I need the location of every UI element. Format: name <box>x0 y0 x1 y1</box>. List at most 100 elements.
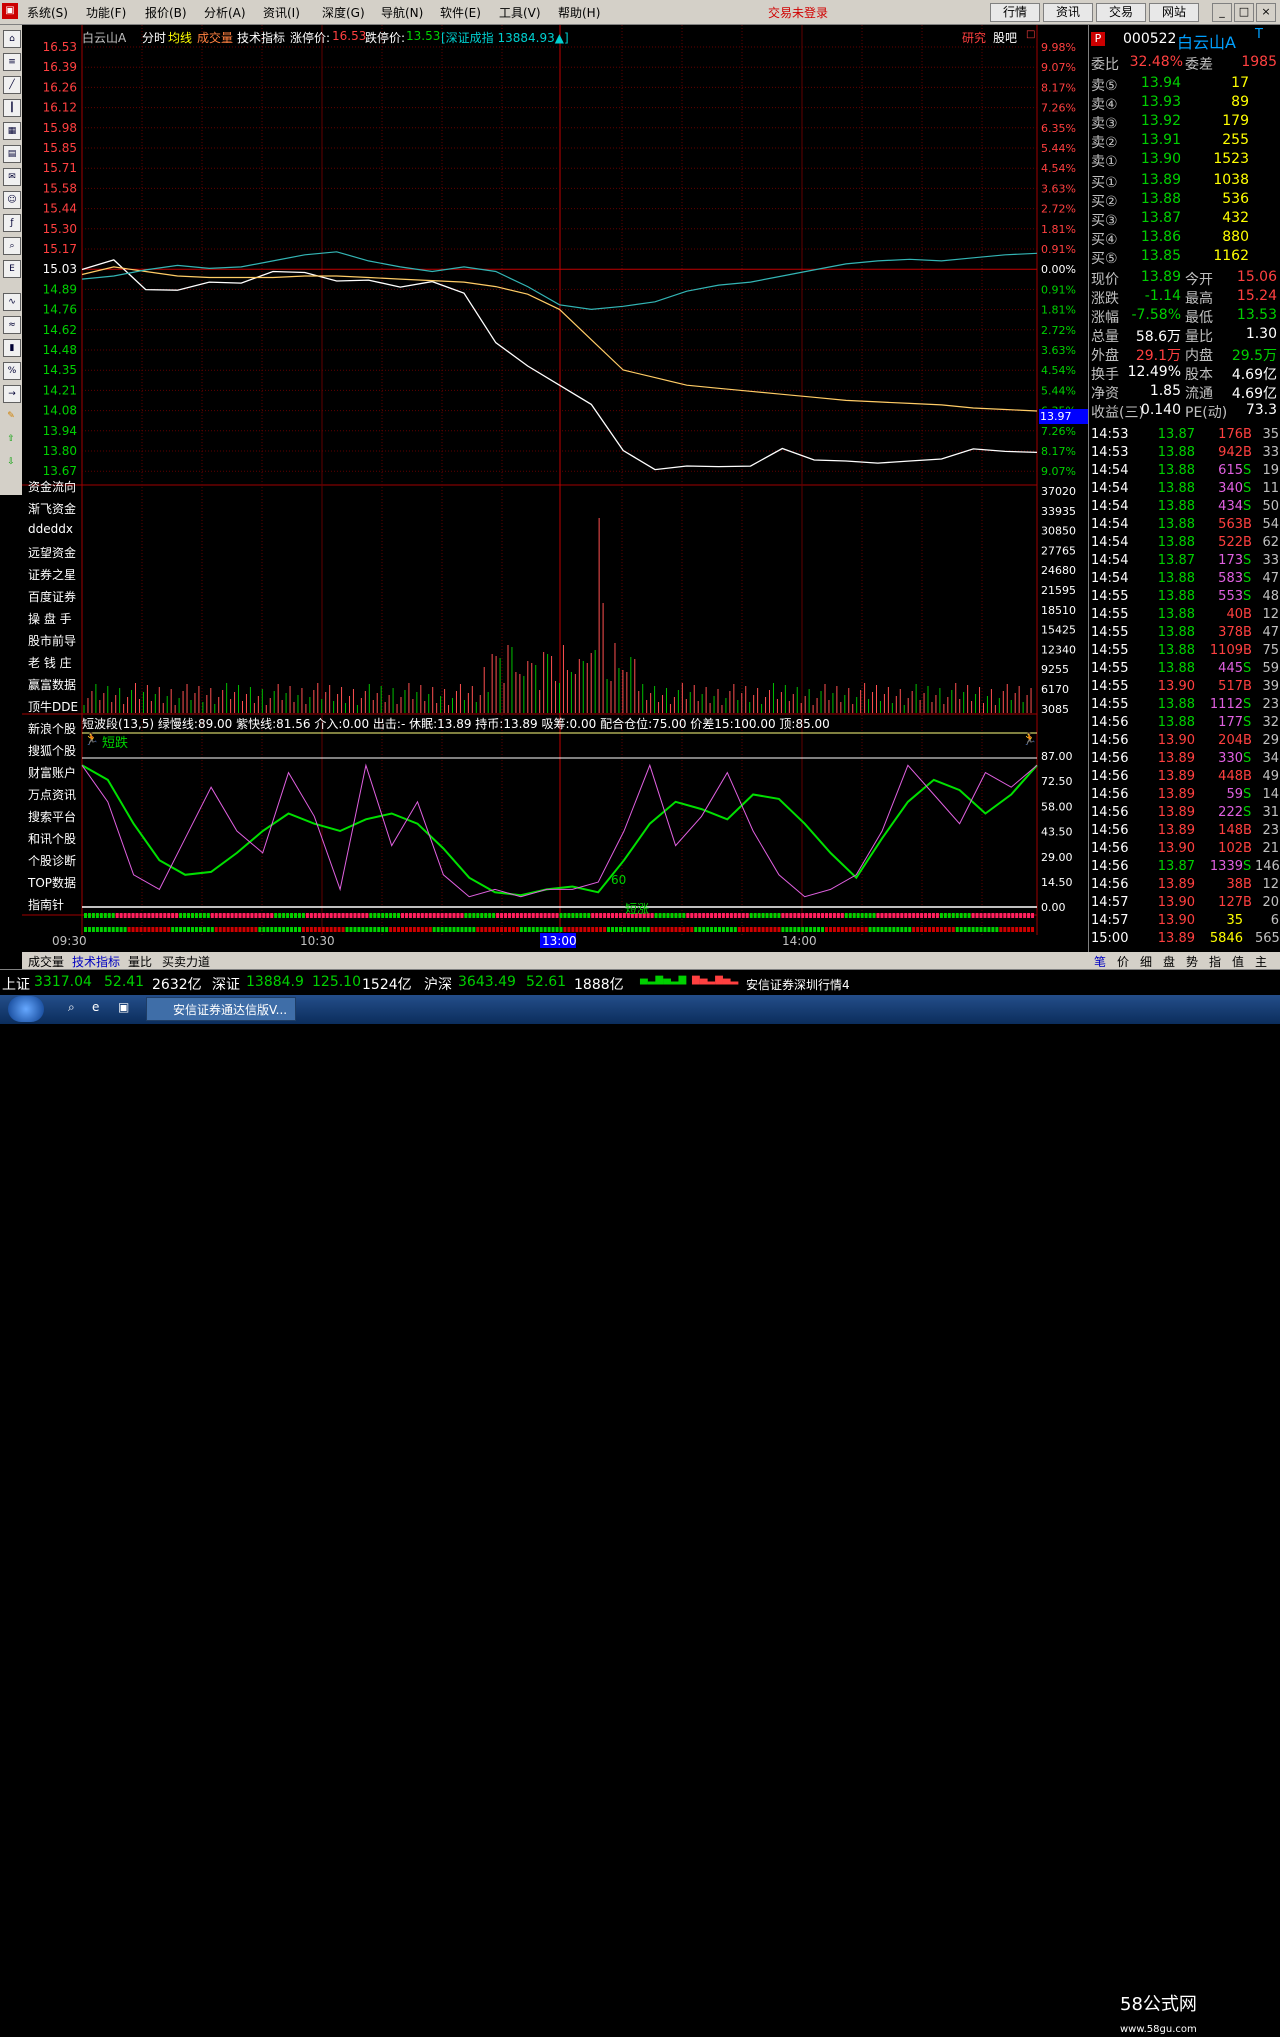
indicator-label[interactable]: 技术指标 <box>237 29 285 46</box>
close-button[interactable]: × <box>1256 3 1276 22</box>
menu-analysis[interactable]: 分析(A) <box>204 4 246 21</box>
left-tool-17[interactable]: 个股诊断 <box>28 852 76 869</box>
tick-cell: 14:56 <box>1091 823 1129 838</box>
indicator-strip-top <box>662 913 666 918</box>
left-tool-10[interactable]: 顶牛DDE <box>28 698 78 715</box>
indicator-strip-top <box>765 913 769 918</box>
tab-trade[interactable]: 交易 <box>1096 3 1146 22</box>
left-tool-0[interactable]: 资金流向 <box>28 478 76 495</box>
left-tool-5[interactable]: 百度证券 <box>28 588 76 605</box>
buy-volume: 536 <box>1222 191 1249 207</box>
tab-volume-ratio[interactable]: 量比 <box>128 953 152 970</box>
rtab-index[interactable]: 指 <box>1209 953 1221 970</box>
price-axis-label: 15.71 <box>43 161 77 175</box>
tick-cell: 13.88 <box>1157 697 1195 712</box>
tab-indicator[interactable]: 技术指标 <box>72 953 120 970</box>
rtab-main[interactable]: 主 <box>1255 953 1267 970</box>
indicator-strip-top <box>967 913 971 918</box>
left-tool-16[interactable]: 和讯个股 <box>28 830 76 847</box>
rtab-value[interactable]: 值 <box>1232 953 1244 970</box>
panel-toggle-icon[interactable]: □ <box>1026 29 1035 40</box>
indicator-strip-bottom <box>852 927 856 932</box>
left-tool-4[interactable]: 证券之星 <box>28 566 76 583</box>
indicator-strip-top <box>531 913 535 918</box>
avg-line-label[interactable]: 均线 <box>168 29 192 46</box>
indicator-strip-top <box>234 913 238 918</box>
ind-axis-label: 58.00 <box>1041 800 1073 813</box>
menu-function[interactable]: 功能(F) <box>86 4 126 21</box>
rtab-trend[interactable]: 势 <box>1186 953 1198 970</box>
indicator-strip-top <box>666 913 670 918</box>
menu-system[interactable]: 系统(S) <box>27 4 68 21</box>
rtab-price[interactable]: 价 <box>1117 953 1129 970</box>
indicator-strip-bottom <box>301 927 305 932</box>
left-tool-7[interactable]: 股市前导 <box>28 632 76 649</box>
indicator-strip-bottom <box>702 927 706 932</box>
research-link[interactable]: 研究 <box>962 29 986 46</box>
indicator-strip-top <box>694 913 698 918</box>
tab-volume[interactable]: 成交量 <box>28 953 64 970</box>
indicator-strip-bottom <box>579 927 583 932</box>
volume-label[interactable]: 成交量 <box>197 29 233 46</box>
left-tool-6[interactable]: 操 盘 手 <box>28 610 72 627</box>
stat-label: 今开 <box>1185 272 1213 288</box>
taskbar-app-item[interactable]: 安信证券通达信版V... <box>146 997 296 1021</box>
left-tool-2[interactable]: ddeddx <box>28 522 73 536</box>
indicator-strip-bottom <box>987 927 991 932</box>
indicator-strip-bottom <box>1003 927 1007 932</box>
tick-cell: 13.89 <box>1157 877 1195 892</box>
menu-depth[interactable]: 深度(G) <box>322 4 365 21</box>
minimize-button[interactable]: _ <box>1212 3 1232 22</box>
left-tool-13[interactable]: 财富账户 <box>28 764 76 781</box>
explorer-icon[interactable]: ▣ <box>118 1000 129 1014</box>
indicator-strip-bottom <box>971 927 975 932</box>
tick-cell: 5846 <box>1209 931 1243 946</box>
left-tool-12[interactable]: 搜狐个股 <box>28 742 76 759</box>
left-tool-9[interactable]: 赢富数据 <box>28 676 76 693</box>
rtab-detail[interactable]: 细 <box>1140 953 1152 970</box>
tick-cell: 222 <box>1218 805 1243 820</box>
menu-tools[interactable]: 工具(V) <box>499 4 541 21</box>
buy-volume: 1038 <box>1213 172 1249 188</box>
indicator-strip-top <box>599 913 603 918</box>
menu-quote[interactable]: 报价(B) <box>145 4 187 21</box>
rtab-board[interactable]: 盘 <box>1163 953 1175 970</box>
left-tool-11[interactable]: 新浪个股 <box>28 720 76 737</box>
rtab-trade[interactable]: 笔 <box>1094 953 1106 970</box>
mode-timeshare[interactable]: 分时 <box>142 29 166 46</box>
tick-cell: 583 <box>1218 571 1243 586</box>
ie-icon[interactable]: e <box>92 1000 99 1014</box>
indicator-strip-top <box>793 913 797 918</box>
indicator-strip-bottom <box>404 927 408 932</box>
left-tool-1[interactable]: 渐飞资金 <box>28 500 76 517</box>
indicator-strip-bottom <box>872 927 876 932</box>
indicator-strip-bottom <box>472 927 476 932</box>
left-tool-8[interactable]: 老 钱 庄 <box>28 654 72 671</box>
left-tool-18[interactable]: TOP数据 <box>28 874 76 891</box>
menu-help[interactable]: 帮助(H) <box>558 4 600 21</box>
left-tool-15[interactable]: 搜索平台 <box>28 808 76 825</box>
left-tool-14[interactable]: 万点资讯 <box>28 786 76 803</box>
menu-navigate[interactable]: 导航(N) <box>381 4 423 21</box>
chart-canvas[interactable]: 16.53 9.98% 16.39 9.07% 16.26 8.17% 16.12 7.26%… <box>0 25 1088 955</box>
sell-label: 卖② <box>1091 135 1118 151</box>
indicator-strip-bottom <box>904 927 908 932</box>
left-tool-19[interactable]: 指南针 <box>28 896 64 913</box>
forum-link[interactable]: 股吧 <box>993 29 1017 46</box>
stat-value: 13.89 <box>1140 269 1181 285</box>
start-button[interactable] <box>8 996 44 1022</box>
tab-news[interactable]: 资讯 <box>1043 3 1093 22</box>
tab-website[interactable]: 网站 <box>1149 3 1199 22</box>
indicator-strip-bottom <box>282 927 286 932</box>
tab-buy-sell-power[interactable]: 买卖力道 <box>162 953 210 970</box>
indicator-strip-top <box>119 913 123 918</box>
indicator-strip-bottom <box>476 927 480 932</box>
tick-cell: 13.87 <box>1157 859 1195 874</box>
menu-software[interactable]: 软件(E) <box>440 4 481 21</box>
tab-market[interactable]: 行情 <box>990 3 1040 22</box>
search-icon-taskbar[interactable]: ⌕ <box>68 1000 75 1015</box>
menu-info[interactable]: 资讯(I) <box>263 4 300 21</box>
maximize-button[interactable]: □ <box>1234 3 1254 22</box>
tick-cell: B <box>1243 895 1252 910</box>
left-tool-3[interactable]: 远望资金 <box>28 544 76 561</box>
